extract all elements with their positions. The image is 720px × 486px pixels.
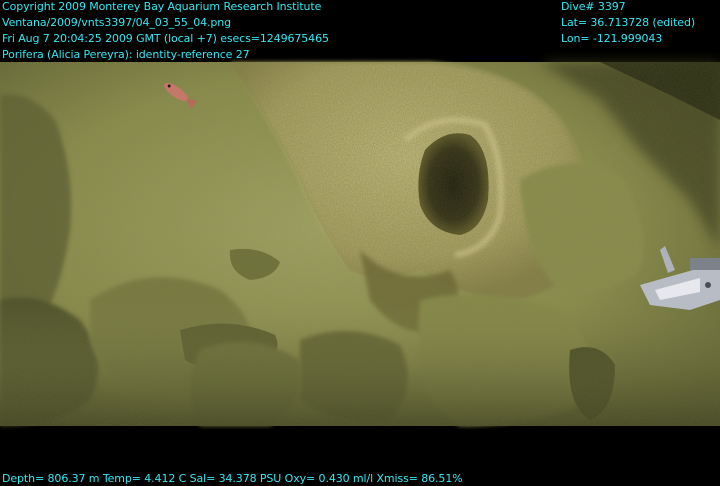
sensor-readout: Depth= 806.37 m Temp= 4.412 C Sal= 34.37… (2, 471, 463, 486)
image-path-text: Ventana/2009/vnts3397/04_03_55_04.png (2, 16, 232, 29)
annotation-text: Porifera (Alicia Pereyra): identity-refe… (2, 48, 250, 61)
seafloor-photo (0, 0, 720, 486)
longitude-text: Lon= -121.999043 (561, 32, 663, 45)
sensor-readout-text: Depth= 806.37 m Temp= 4.412 C Sal= 34.37… (2, 472, 463, 485)
video-frame: Copyright 2009 Monterey Bay Aquarium Res… (0, 0, 720, 486)
metadata-top-left: Copyright 2009 Monterey Bay Aquarium Res… (2, 0, 329, 63)
dive-number-text: Dive# 3397 (561, 0, 626, 13)
metadata-top-right: Dive# 3397 Lat= 36.713728 (edited) Lon= … (561, 0, 695, 47)
latitude-text: Lat= 36.713728 (edited) (561, 16, 696, 29)
timestamp-text: Fri Aug 7 20:04:25 2009 GMT (local +7) e… (2, 32, 329, 45)
copyright-text: Copyright 2009 Monterey Bay Aquarium Res… (2, 0, 322, 13)
